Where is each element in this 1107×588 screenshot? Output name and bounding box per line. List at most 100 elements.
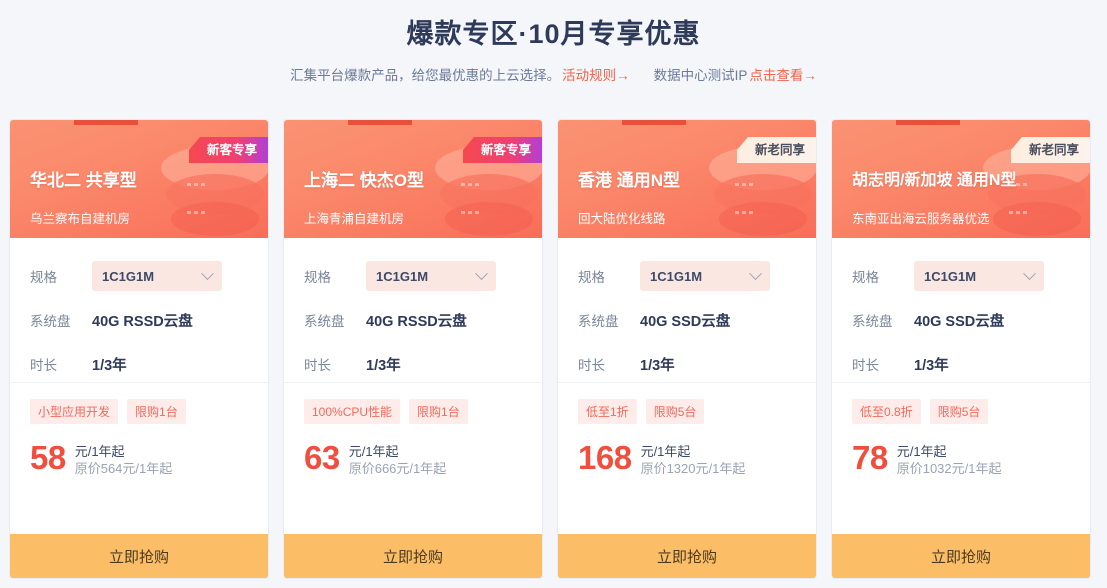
spec-row-specification: 规格 1C1G1M [578,254,796,298]
specification-selected-value: 1C1G1M [102,268,155,284]
product-card-1[interactable]: 新客专享 华北二 共享型 乌兰察布自建机房 规格 1C1G1M 系统盘 40G … [10,120,268,578]
card-pricing: 100%CPU性能 限购1台 63 元/1年起 原价666元/1年起 [284,383,542,534]
price-line: 58 元/1年起 原价564元/1年起 [30,439,248,478]
disk-label: 系统盘 [852,314,893,329]
price-amount: 58 [30,439,66,476]
disk-value: 40G RSSD云盘 [366,313,467,330]
price-line: 78 元/1年起 原价1032元/1年起 [852,439,1070,478]
promo-page: 爆款专区·10月专享优惠 汇集平台爆款产品，给您最优惠的上云选择。 活动规则→ … [0,0,1107,588]
price-unit: 元/1年起 [640,444,691,459]
card-title: 上海二 快杰O型 [304,171,424,190]
card-specs: 规格 1C1G1M 系统盘 40G SSD云盘 时长 1/3年 [558,238,816,383]
duration-value: 1/3年 [640,357,675,374]
price-amount: 168 [578,439,632,476]
price-detail: 元/1年起 原价666元/1年起 [349,442,447,478]
price-line: 168 元/1年起 原价1320元/1年起 [578,439,796,478]
disk-value: 40G SSD云盘 [914,313,1005,330]
specification-select[interactable]: 1C1G1M [640,261,770,291]
spec-label: 规格 [30,270,57,285]
spec-label: 规格 [304,270,331,285]
card-badge: 新客专享 [462,137,542,163]
card-accent-bar [622,120,686,125]
spec-row-specification: 规格 1C1G1M [30,254,248,298]
price-original: 原价666元/1年起 [348,461,447,476]
test-ip-link[interactable]: 点击查看→ [749,66,817,86]
card-accent-bar [896,120,960,125]
buy-now-button[interactable]: 立即抢购 [284,534,542,578]
activity-rules-link[interactable]: 活动规则→ [562,66,630,86]
test-ip-label: 数据中心测试IP [653,68,748,83]
buy-now-button[interactable]: 立即抢购 [558,534,816,578]
card-specs: 规格 1C1G1M 系统盘 40G RSSD云盘 时长 1/3年 [10,238,268,383]
feature-tag: 低至0.8折 [852,399,921,424]
card-title: 香港 通用N型 [578,171,680,190]
duration-label: 时长 [852,358,879,373]
specification-select[interactable]: 1C1G1M [914,261,1044,291]
card-description: 乌兰察布自建机房 [30,212,131,226]
spec-label: 规格 [852,270,879,285]
duration-label: 时长 [578,358,605,373]
chevron-down-icon [1023,266,1036,280]
feature-tag: 低至1折 [578,399,637,424]
spec-label: 规格 [578,270,605,285]
spec-row-duration: 时长 1/3年 [852,342,1070,386]
feature-tag: 限购5台 [645,399,705,424]
price-unit: 元/1年起 [348,444,399,459]
product-card-2[interactable]: 新客专享 上海二 快杰O型 上海青浦自建机房 规格 1C1G1M 系统盘 40G… [284,120,542,578]
disk-label: 系统盘 [30,314,71,329]
spec-row-specification: 规格 1C1G1M [852,254,1070,298]
chevron-down-icon [201,266,214,280]
card-badge: 新客专享 [188,137,268,163]
feature-tag: 限购1台 [409,399,468,424]
card-description: 东南亚出海云服务器优选 [852,212,990,226]
specification-selected-value: 1C1G1M [376,268,429,284]
price-detail: 元/1年起 原价564元/1年起 [75,442,173,478]
specification-selected-value: 1C1G1M [924,268,977,284]
disk-label: 系统盘 [304,314,345,329]
disk-label: 系统盘 [578,314,619,329]
spec-row-disk: 系统盘 40G SSD云盘 [852,298,1070,342]
card-banner: 新老同享 香港 通用N型 回大陆优化线路 [558,120,816,238]
spec-row-specification: 规格 1C1G1M [304,254,522,298]
hero-subtitle-text: 汇集平台爆款产品，给您最优惠的上云选择。 [290,68,561,83]
duration-value: 1/3年 [366,357,401,374]
spec-row-disk: 系统盘 40G RSSD云盘 [304,298,522,342]
price-original: 原价1032元/1年起 [896,461,1002,476]
price-line: 63 元/1年起 原价666元/1年起 [304,439,522,478]
card-accent-bar [74,120,138,125]
feature-tag: 100%CPU性能 [304,399,401,424]
price-amount: 63 [304,439,340,476]
feature-tag-list: 100%CPU性能 限购1台 [304,399,522,424]
price-original: 原价564元/1年起 [74,461,173,476]
card-pricing: 低至1折 限购5台 168 元/1年起 原价1320元/1年起 [558,383,816,534]
spec-row-disk: 系统盘 40G SSD云盘 [578,298,796,342]
spec-row-duration: 时长 1/3年 [578,342,796,386]
price-original: 原价1320元/1年起 [640,461,746,476]
product-card-list: 新客专享 华北二 共享型 乌兰察布自建机房 规格 1C1G1M 系统盘 40G … [10,120,1090,578]
specification-select[interactable]: 1C1G1M [366,261,496,291]
card-pricing: 低至0.8折 限购5台 78 元/1年起 原价1032元/1年起 [832,383,1090,534]
feature-tag: 限购5台 [929,399,989,424]
disk-value: 40G RSSD云盘 [92,313,193,330]
duration-value: 1/3年 [92,357,127,374]
card-specs: 规格 1C1G1M 系统盘 40G RSSD云盘 时长 1/3年 [284,238,542,383]
card-pricing: 小型应用开发 限购1台 58 元/1年起 原价564元/1年起 [10,383,268,534]
card-title: 胡志明/新加坡 通用N型 [852,172,1017,189]
spec-row-disk: 系统盘 40G RSSD云盘 [30,298,248,342]
price-unit: 元/1年起 [896,444,947,459]
product-card-3[interactable]: 新老同享 香港 通用N型 回大陆优化线路 规格 1C1G1M 系统盘 40G S… [558,120,816,578]
price-unit: 元/1年起 [74,444,125,459]
specification-selected-value: 1C1G1M [650,268,703,284]
specification-select[interactable]: 1C1G1M [92,261,222,291]
card-badge: 新老同享 [1010,137,1090,163]
buy-now-button[interactable]: 立即抢购 [10,534,268,578]
card-title: 华北二 共享型 [30,171,137,190]
buy-now-button[interactable]: 立即抢购 [832,534,1090,578]
chevron-down-icon [749,266,762,280]
product-card-4[interactable]: 新老同享 胡志明/新加坡 通用N型 东南亚出海云服务器优选 规格 1C1G1M … [832,120,1090,578]
card-badge: 新老同享 [736,137,816,163]
hero-section: 爆款专区·10月专享优惠 汇集平台爆款产品，给您最优惠的上云选择。 活动规则→ … [0,0,1107,86]
card-description: 回大陆优化线路 [578,212,666,226]
price-detail: 元/1年起 原价1320元/1年起 [641,442,746,478]
price-amount: 78 [852,439,888,476]
